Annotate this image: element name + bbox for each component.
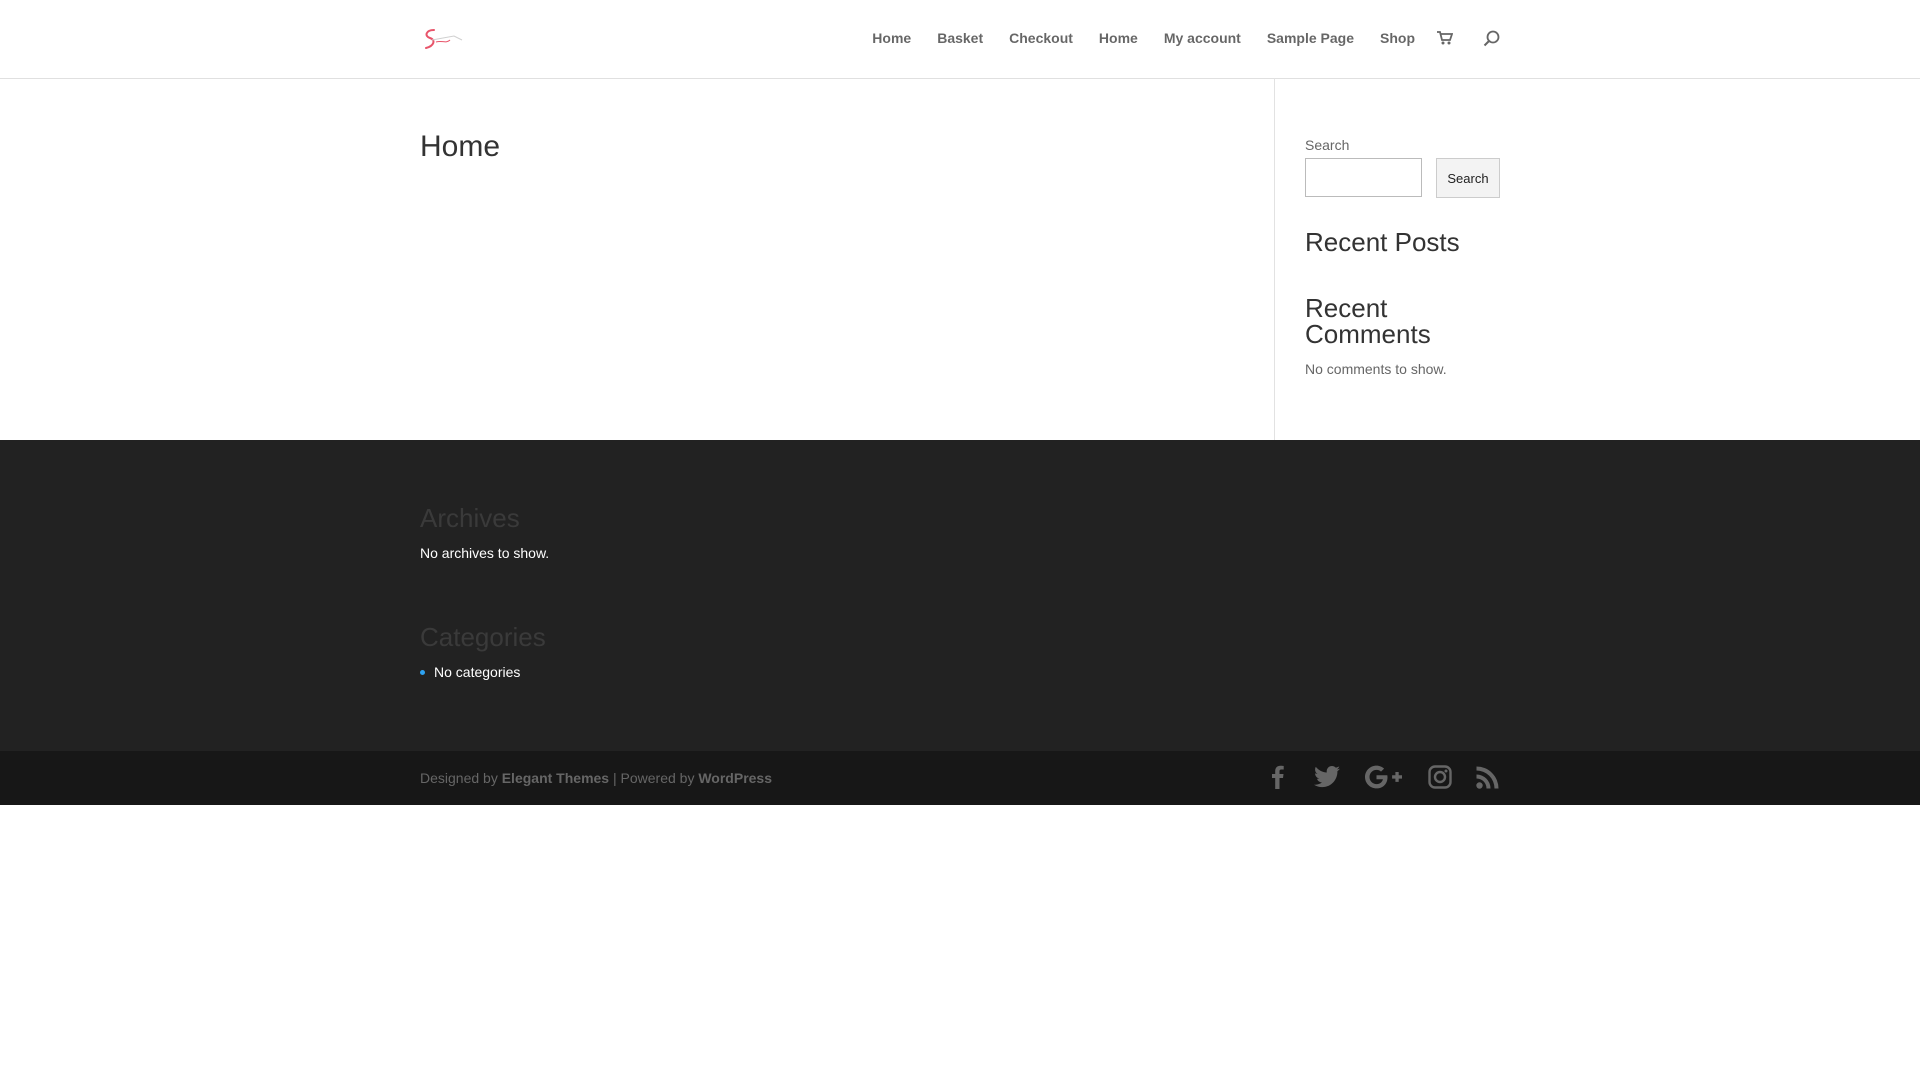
elegant-themes-link[interactable]: Elegant Themes	[502, 770, 609, 786]
list-item: No categories	[420, 664, 520, 680]
search-input[interactable]	[1305, 158, 1422, 197]
powered-by-text: | Powered by	[609, 770, 699, 786]
footer-credits: Designed by Elegant Themes | Powered by …	[420, 770, 772, 786]
twitter-icon[interactable]	[1314, 765, 1340, 789]
nav-basket[interactable]: Basket	[937, 0, 983, 45]
search-label: Search	[1305, 137, 1350, 153]
designed-by-text: Designed by	[420, 770, 502, 786]
category-label: No categories	[434, 664, 521, 680]
sidebar-divider	[1274, 78, 1275, 440]
main-nav: Home Basket Checkout Home My account Sam…	[872, 0, 1500, 78]
page-title: Home	[420, 130, 501, 163]
rss-icon[interactable]	[1476, 765, 1500, 789]
categories-list: No categories	[420, 664, 520, 680]
no-comments-text: No comments to show.	[1305, 361, 1447, 377]
footer-bottom: Designed by Elegant Themes | Powered by …	[0, 751, 1920, 805]
nav-home-2[interactable]: Home	[1099, 0, 1138, 45]
site-header: Home Basket Checkout Home My account Sam…	[0, 0, 1920, 78]
search-icon[interactable]	[1483, 0, 1500, 47]
nav-home[interactable]: Home	[872, 0, 911, 45]
main-content: Home Search Search Recent Posts Recent C…	[0, 78, 1920, 440]
instagram-icon[interactable]	[1428, 765, 1452, 789]
categories-title: Categories	[420, 622, 546, 652]
nav-checkout[interactable]: Checkout	[1009, 0, 1073, 45]
logo-icon	[425, 29, 463, 49]
search-button[interactable]: Search	[1436, 158, 1500, 198]
social-links	[1266, 765, 1500, 789]
facebook-icon[interactable]	[1266, 765, 1290, 789]
cart-icon[interactable]	[1437, 0, 1453, 46]
nav-sample-page[interactable]: Sample Page	[1267, 0, 1354, 45]
recent-comments-title: Recent Comments	[1305, 293, 1431, 349]
google-plus-icon[interactable]	[1364, 765, 1404, 789]
nav-my-account[interactable]: My account	[1164, 0, 1241, 45]
archives-text: No archives to show.	[420, 545, 550, 561]
wordpress-link[interactable]: WordPress	[698, 770, 772, 786]
archives-title: Archives	[420, 503, 520, 533]
bullet-icon	[420, 670, 425, 675]
nav-shop[interactable]: Shop	[1380, 0, 1415, 45]
site-logo[interactable]	[420, 24, 466, 54]
recent-posts-title: Recent Posts	[1305, 227, 1460, 257]
footer-widgets: Archives No archives to show. Categories…	[0, 440, 1920, 751]
